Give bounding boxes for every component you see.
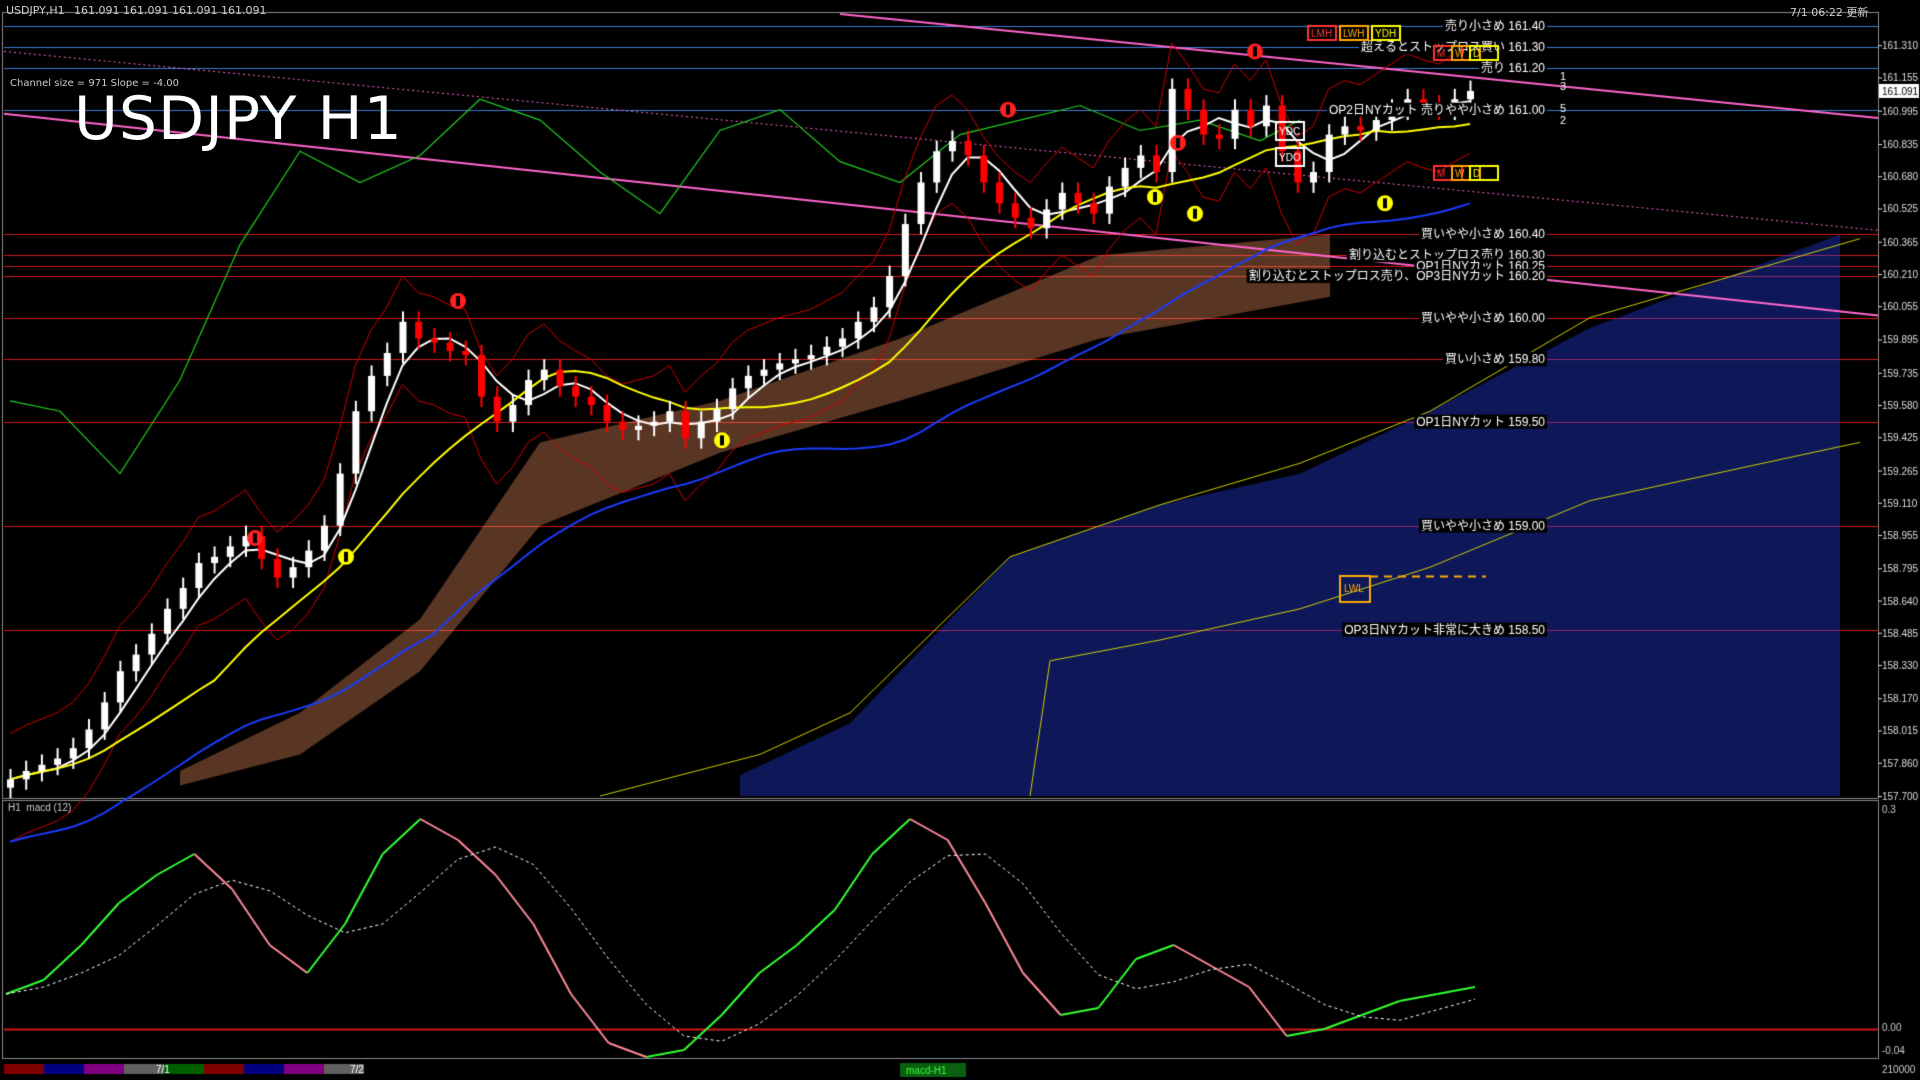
chart-title: USDJPY,H1 — [6, 4, 65, 17]
price-chart-canvas[interactable] — [0, 0, 1920, 1080]
update-timestamp: 7/1 06:22 更新 — [1790, 6, 1869, 19]
big-symbol-title: USDJPY H1 — [74, 84, 403, 154]
ohlc-readout: 161.091 161.091 161.091 161.091 — [74, 4, 267, 17]
